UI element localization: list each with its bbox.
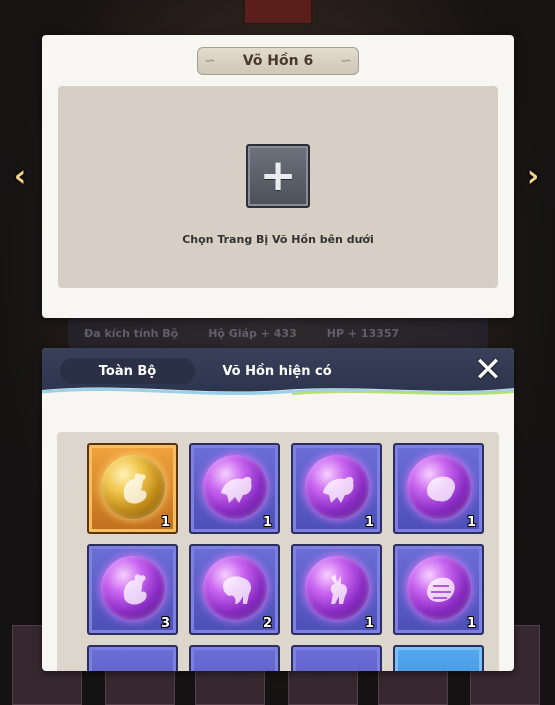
slot-title: Võ Hồn 6 (242, 53, 314, 69)
slot-area: + Chọn Trang Bị Võ Hồn bên dưới (58, 86, 498, 288)
tiger-icon (407, 455, 471, 519)
deer-icon (305, 556, 369, 620)
soul-slot-panel: ∽ Võ Hồn 6 ∽ + Chọn Trang Bị Võ Hồn bên … (42, 35, 514, 318)
soul-item[interactable]: 1 (393, 443, 484, 534)
bg-stat-text-3: HP + 13357 (326, 326, 400, 340)
soul-inventory-panel: Toàn Bộ Võ Hồn hiện có ✕ 1 1 1 1 3 2 1 1 (42, 348, 514, 671)
elephant-icon (203, 556, 267, 620)
panther-icon (305, 455, 369, 519)
soul-item[interactable] (291, 645, 382, 671)
soul-item[interactable]: 1 (291, 443, 382, 534)
inventory-grid: 1 1 1 1 3 2 1 1 (87, 443, 484, 671)
bg-stat-text-2: Hộ Giáp + 433 (208, 326, 297, 340)
panther-icon (203, 455, 267, 519)
rooster-icon (101, 455, 165, 519)
tab-all[interactable]: Toàn Bộ (60, 358, 195, 384)
inventory-grid-area: 1 1 1 1 3 2 1 1 (57, 432, 499, 671)
item-count: 1 (466, 515, 476, 530)
soul-item[interactable]: 1 (393, 544, 484, 635)
pangolin-icon (407, 556, 471, 620)
header-wave-decoration (42, 387, 514, 406)
soul-item[interactable]: 1 (291, 544, 382, 635)
item-count: 2 (262, 616, 272, 631)
soul-item[interactable] (393, 645, 484, 671)
add-soul-button[interactable]: + (246, 144, 310, 208)
soul-item[interactable]: 1 (87, 443, 178, 534)
next-arrow-icon[interactable]: › (519, 159, 547, 194)
soul-item[interactable]: 2 (189, 544, 280, 635)
item-count: 1 (160, 515, 170, 530)
soul-item[interactable]: 3 (87, 544, 178, 635)
soul-item[interactable] (87, 645, 178, 671)
close-icon[interactable]: ✕ (470, 352, 506, 388)
slot-hint-text: Chọn Trang Bị Võ Hồn bên dưới (182, 233, 374, 246)
bg-stat-text-1: Đa kích tính Bộ (84, 326, 179, 340)
item-count: 3 (160, 616, 170, 631)
item-count: 1 (262, 515, 272, 530)
rooster-icon (101, 556, 165, 620)
scroll-ornament-icon: ∽ (204, 53, 216, 69)
slot-title-plaque: ∽ Võ Hồn 6 ∽ (197, 47, 359, 75)
soul-item[interactable] (189, 645, 280, 671)
prev-arrow-icon[interactable]: ‹ (6, 159, 34, 194)
tab-current-souls[interactable]: Võ Hồn hiện có (222, 358, 332, 384)
item-count: 1 (364, 616, 374, 631)
scroll-ornament-icon: ∽ (340, 53, 352, 69)
bg-top-frame (243, 0, 313, 25)
item-count: 1 (364, 515, 374, 530)
soul-item[interactable]: 1 (189, 443, 280, 534)
plus-icon: + (259, 150, 297, 201)
item-count: 1 (466, 616, 476, 631)
bg-stat-bar: Đa kích tính Bộ Hộ Giáp + 433 HP + 13357 (68, 318, 488, 348)
